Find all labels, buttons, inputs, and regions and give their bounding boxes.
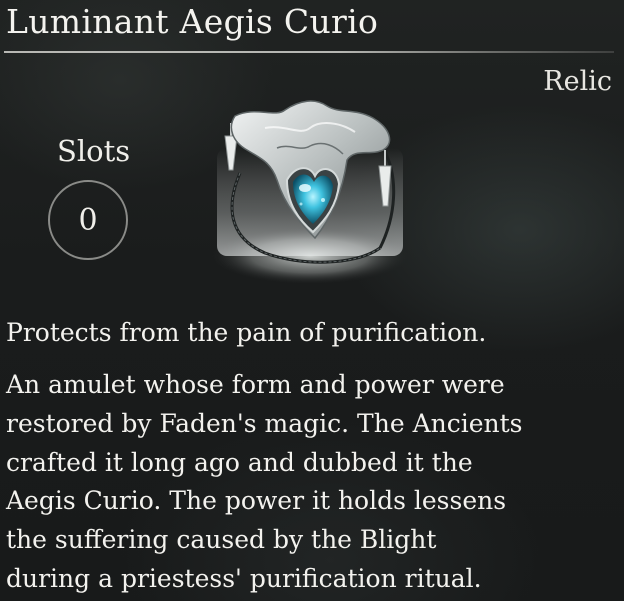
lore-line: Aegis Curio. The power it holds lessens xyxy=(6,486,507,516)
lore-line: restored by Faden's magic. The Ancients xyxy=(6,408,523,438)
slots-label: Slots xyxy=(57,134,131,168)
lore-line: during a priestess' purification ritual. xyxy=(6,563,482,593)
item-lore-description: An amulet whose form and power were rest… xyxy=(6,366,566,599)
lore-line: the suffering caused by the Blight xyxy=(6,525,437,555)
lore-line: An amulet whose form and power were xyxy=(6,370,505,399)
slots-value: 0 xyxy=(78,202,98,238)
slots-counter: 0 xyxy=(48,180,128,260)
item-name: Luminant Aegis Curio xyxy=(6,2,379,41)
lore-line: crafted it long ago and dubbed it the xyxy=(6,447,473,477)
item-category: Relic xyxy=(543,66,612,97)
item-short-description: Protects from the pain of purification. xyxy=(6,318,487,347)
amulet-icon xyxy=(205,88,425,298)
title-divider xyxy=(4,51,614,53)
